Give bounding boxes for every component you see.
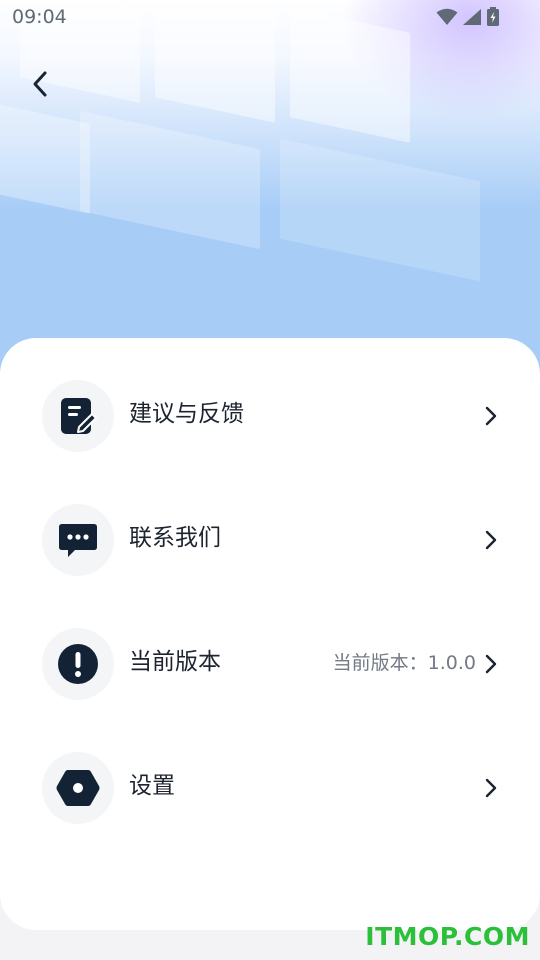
menu-item-label: 建议与反馈: [129, 401, 244, 427]
watermark: ITMOP.COM: [365, 922, 530, 951]
chevron-right-icon: [485, 654, 497, 674]
menu-item-label: 当前版本: [129, 649, 221, 675]
status-bar: 09:04: [0, 0, 540, 36]
chevron-right-icon: [485, 778, 497, 798]
battery-icon: [487, 7, 499, 26]
header-background: [0, 0, 540, 380]
contact-icon-wrapper: [42, 504, 114, 576]
wifi-icon: [436, 8, 458, 25]
chevron-right-icon: [485, 406, 497, 426]
menu-card: 建议与反馈 联系我们 当前版本 当前版本：1.0.0 设置: [0, 338, 540, 930]
chevron-left-icon: [33, 71, 47, 97]
status-icons: [436, 7, 500, 27]
version-value: 当前版本：1.0.0: [332, 652, 476, 674]
menu-item-feedback[interactable]: 建议与反馈: [0, 380, 540, 452]
menu-item-contact[interactable]: 联系我们: [0, 504, 540, 576]
hexagon-settings-icon: [56, 770, 100, 806]
version-icon-wrapper: [42, 628, 114, 700]
menu-item-label: 联系我们: [129, 525, 221, 551]
signal-icon: [463, 9, 481, 25]
menu-item-version[interactable]: 当前版本 当前版本：1.0.0: [0, 628, 540, 700]
back-button[interactable]: [22, 66, 58, 102]
settings-icon-wrapper: [42, 752, 114, 824]
edit-note-icon: [61, 398, 97, 434]
window-light-pane: [80, 110, 260, 250]
feedback-icon-wrapper: [42, 380, 114, 452]
info-exclamation-icon: [58, 644, 98, 684]
menu-item-settings[interactable]: 设置: [0, 752, 540, 824]
status-time: 09:04: [12, 6, 67, 28]
menu-item-label: 设置: [129, 773, 175, 799]
chat-bubble-icon: [59, 524, 97, 557]
chevron-right-icon: [485, 530, 497, 550]
window-light-pane: [280, 138, 480, 282]
window-light-pane: [0, 96, 90, 214]
